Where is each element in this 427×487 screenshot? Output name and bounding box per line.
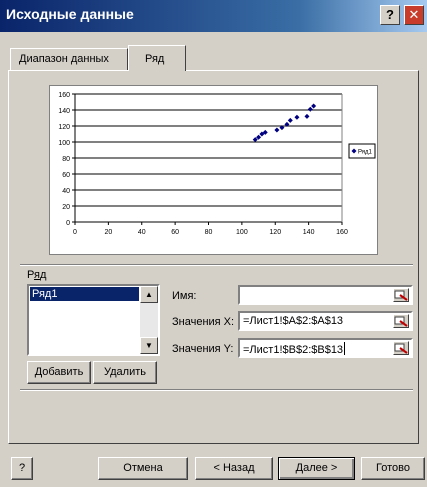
range-select-icon[interactable] [393,341,409,355]
series-listbox[interactable]: Ряд1 ▲ ▼ [27,284,160,356]
close-icon[interactable]: ✕ [404,5,424,25]
next-button[interactable]: Далее > [278,457,355,480]
series-label-accel: я [33,269,40,281]
help-icon[interactable]: ? [380,5,400,25]
y-tick-label: 80 [62,156,70,163]
y-values-field[interactable]: =Лист1!$B$2:$B$13 [238,338,413,358]
scroll-down-icon[interactable]: ▼ [140,337,158,354]
data-point [287,117,293,123]
data-point [311,103,317,109]
x-values-text: =Лист1!$A$2:$A$13 [243,315,344,327]
add-series-button[interactable]: Добавить [27,361,91,384]
y-values-label: Значения Y: [172,343,234,355]
y-tick-label: 20 [62,204,70,211]
y-tick-label: 0 [66,220,70,227]
scroll-up-icon[interactable]: ▲ [140,286,158,303]
x-tick-label: 60 [171,229,179,236]
x-tick-label: 160 [336,229,348,236]
finish-button[interactable]: Готово [361,457,425,480]
x-values-field[interactable]: =Лист1!$A$2:$A$13 [238,311,413,331]
cancel-button[interactable]: Отмена [98,457,188,480]
y-tick-label: 120 [58,124,70,131]
divider [20,264,413,266]
text-cursor [344,342,346,355]
tab-series[interactable]: Ряд [128,45,186,71]
data-point [294,114,300,120]
chart-preview: 0 20 40 60 80 100 120 140 160 0 20 40 60 80 100 120 140 1… [49,85,378,255]
x-tick-label: 120 [269,229,281,236]
tab-data-range[interactable]: Диапазон данных [10,48,128,70]
x-tick-label: 20 [104,229,112,236]
divider [20,389,413,391]
y-values-text: =Лист1!$B$2:$B$13 [243,344,344,356]
list-scrollbar[interactable]: ▲ ▼ [140,286,158,354]
y-tick-label: 160 [58,92,70,99]
y-values-text-wrap: =Лист1!$B$2:$B$13 [243,342,346,356]
x-tick-label: 100 [236,229,248,236]
dialog-title: Исходные данные [6,6,134,22]
remove-series-button[interactable]: Удалить [93,361,157,384]
list-item[interactable]: Ряд1 [30,287,139,301]
scatter-chart: 0 20 40 60 80 100 120 140 160 0 20 40 60 80 100 120 140 1… [58,92,376,236]
data-point [307,106,313,112]
y-tick-label: 100 [58,140,70,147]
range-select-icon[interactable] [393,288,409,302]
x-tick-label: 140 [303,229,315,236]
x-tick-label: 0 [73,229,77,236]
x-tick-label: 80 [205,229,213,236]
data-point [274,127,280,133]
back-button[interactable]: < Назад [195,457,273,480]
name-field[interactable] [238,285,413,305]
help-button[interactable]: ? [11,457,33,480]
source-data-dialog: Исходные данные ? ✕ Диапазон данных Ряд … [0,0,427,487]
range-select-icon[interactable] [393,314,409,328]
y-tick-label: 60 [62,172,70,179]
series-section-label: Ряд [27,269,47,281]
legend-label: Ряд1 [358,150,373,156]
name-label: Имя: [172,290,197,302]
y-tick-label: 40 [62,188,70,195]
y-tick-label: 140 [58,108,70,115]
title-bar: Исходные данные ? ✕ [0,0,427,32]
x-values-label: Значения X: [172,316,235,328]
data-point [304,113,310,119]
x-tick-label: 40 [138,229,146,236]
